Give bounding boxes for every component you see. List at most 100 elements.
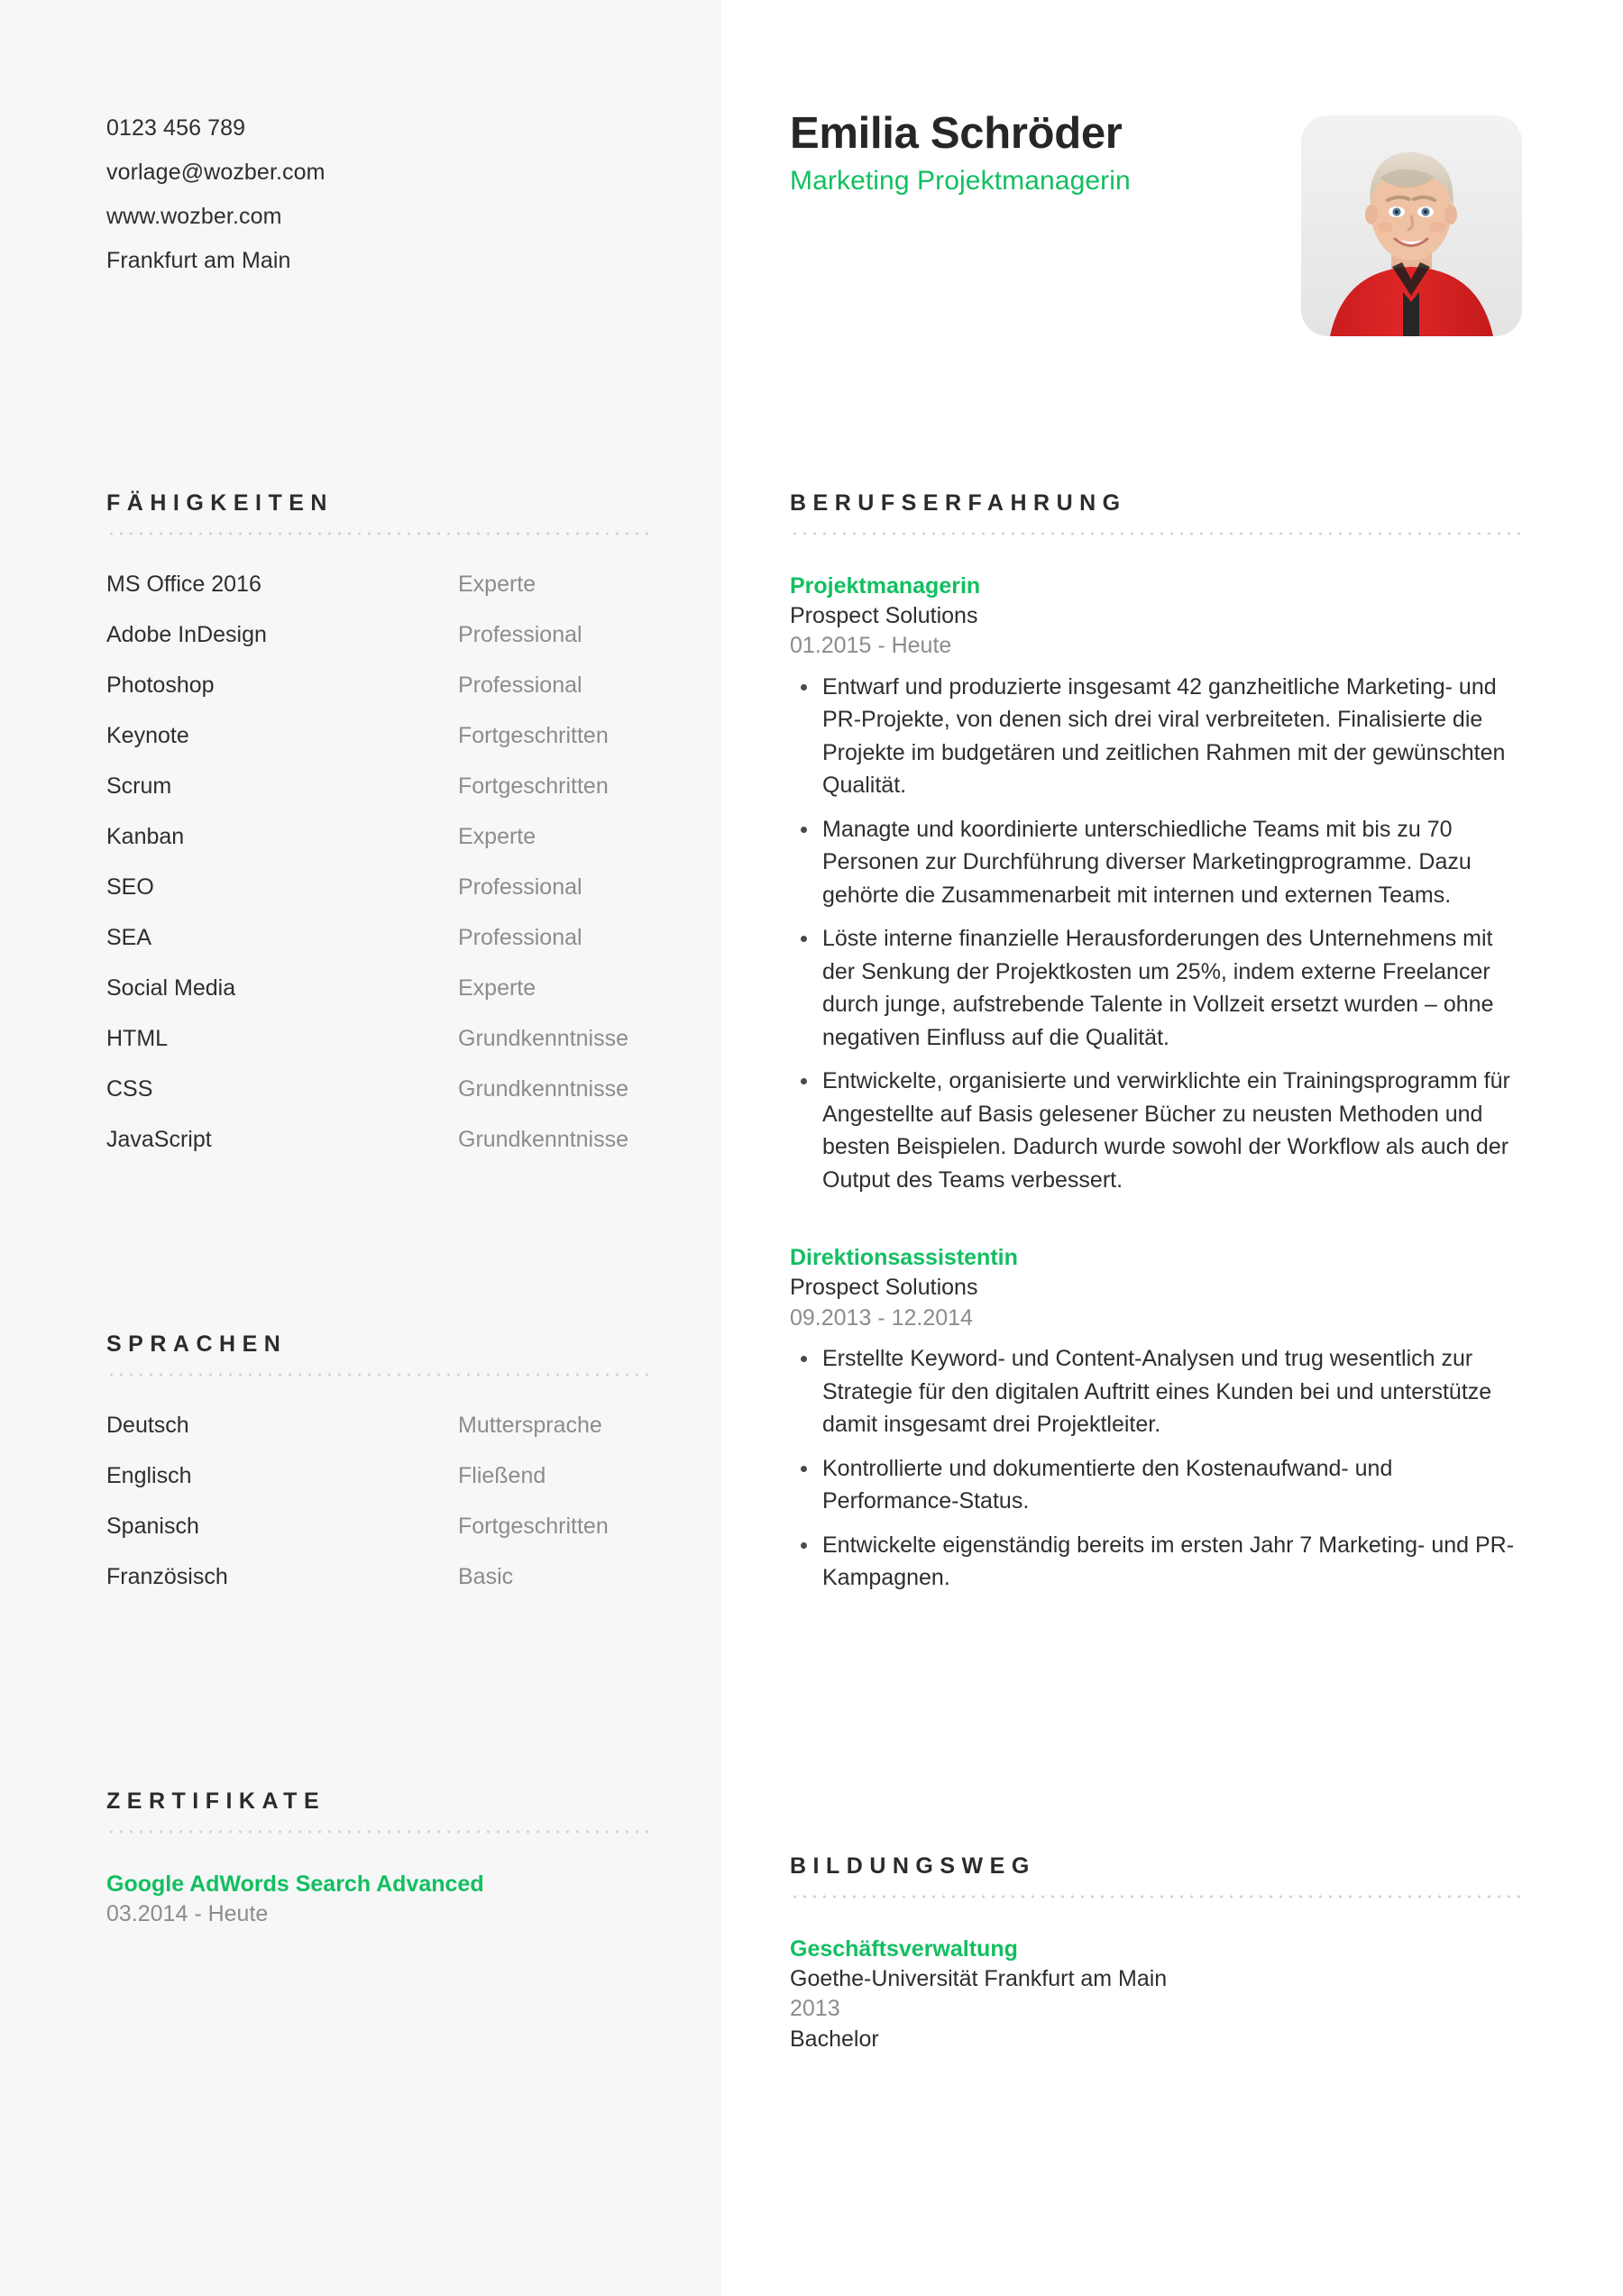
experience-bullet: Löste interne finanzielle Herausforderun…	[790, 922, 1522, 1054]
section-experience: Berufserfahrung Projektmanagerin Prospect…	[790, 490, 1522, 1595]
experience-bullet: Entwarf und produzierte insgesamt 42 gan…	[790, 671, 1522, 802]
education-date: 2013	[790, 1996, 840, 2021]
language-row-name: Spanisch	[106, 1513, 199, 1539]
contact-email[interactable]: vorlage@wozber.com	[106, 151, 647, 195]
skill-row-level: Experte	[458, 823, 536, 849]
skill-row: Scrum Fortgeschritten	[106, 773, 655, 824]
certificates-list: Google AdWords Search Advanced 03.2014 - …	[106, 1870, 655, 1930]
section-divider	[790, 531, 1522, 535]
experience-bullet: Managte und koordinierte unterschiedlich…	[790, 813, 1522, 912]
skill-row-level: Professional	[458, 874, 582, 900]
skill-row: SEA Professional	[106, 925, 655, 975]
skill-row-level: Professional	[458, 621, 582, 647]
certificate-title: Google AdWords Search Advanced	[106, 1871, 484, 1897]
language-row-level: Muttersprache	[458, 1412, 602, 1438]
experience-bullet: Entwickelte eigenständig bereits im erst…	[790, 1529, 1522, 1595]
education-degree: Bachelor	[790, 2026, 879, 2052]
skill-row-level: Fortgeschritten	[458, 722, 609, 748]
experience-job-title: Direktionsassistentin	[790, 1245, 1018, 1270]
certificate-date: 03.2014 - Heute	[106, 1900, 269, 1926]
education-entry: Geschäftsverwaltung Goethe-Universität Fr…	[790, 1935, 1522, 2055]
section-skills-title: Fähigkeiten	[106, 490, 334, 516]
skill-row-level: Professional	[458, 672, 582, 698]
experience-company: Prospect Solutions	[790, 602, 978, 628]
experience-list: Projektmanagerin Prospect Solutions 01.201…	[790, 572, 1522, 1595]
experience-bullet: Erstellte Keyword- und Content-Analysen …	[790, 1342, 1522, 1441]
skill-row-level: Experte	[458, 974, 536, 1001]
skill-row-name: SEO	[106, 874, 154, 900]
experience-bullet-list: Entwarf und produzierte insgesamt 42 gan…	[790, 671, 1522, 1197]
skill-row-level: Grundkenntnisse	[458, 1126, 629, 1152]
contact-website[interactable]: www.wozber.com	[106, 195, 647, 239]
skill-row-name: Scrum	[106, 773, 172, 799]
section-languages: Sprachen Deutsch Muttersprache Englisch Fli…	[106, 1331, 655, 1615]
profile-photo	[1301, 115, 1522, 336]
skill-row: MS Office 2016 Experte	[106, 572, 655, 622]
skill-row-level: Professional	[458, 924, 582, 950]
section-divider	[790, 1894, 1522, 1898]
skill-row-name: Keynote	[106, 722, 189, 748]
skill-row: HTML Grundkenntnisse	[106, 1026, 655, 1076]
skill-row-level: Experte	[458, 571, 536, 597]
section-divider	[106, 1829, 655, 1834]
skill-row-name: Social Media	[106, 974, 236, 1001]
language-row-level: Basic	[458, 1563, 514, 1589]
skill-row: Social Media Experte	[106, 975, 655, 1026]
language-row-name: Deutsch	[106, 1412, 189, 1438]
contact-location: Frankfurt am Main	[106, 248, 291, 273]
experience-entry: Direktionsassistentin Prospect Solutions 0…	[790, 1243, 1522, 1595]
skill-row-level: Fortgeschritten	[458, 773, 609, 799]
skill-row-name: Photoshop	[106, 672, 215, 698]
experience-date: 01.2015 - Heute	[790, 633, 952, 658]
section-education-title: Bildungsweg	[790, 1853, 1036, 1879]
section-education: Bildungsweg Geschäftsverwaltung Goethe-Un…	[790, 1853, 1522, 2055]
skill-row: JavaScript Grundkenntnisse	[106, 1127, 655, 1177]
skill-row: Kanban Experte	[106, 824, 655, 874]
language-row: Englisch Fließend	[106, 1463, 655, 1514]
language-row-name: Französisch	[106, 1563, 228, 1589]
candidate-job-title: Marketing Projektmanagerin	[790, 165, 1131, 196]
skill-row-name: JavaScript	[106, 1126, 212, 1152]
section-experience-title: Berufserfahrung	[790, 490, 1127, 516]
experience-entry: Projektmanagerin Prospect Solutions 01.201…	[790, 572, 1522, 1197]
section-divider	[106, 531, 655, 535]
language-row-name: Englisch	[106, 1462, 192, 1488]
skill-row-name: MS Office 2016	[106, 571, 261, 597]
experience-job-title: Projektmanagerin	[790, 572, 981, 599]
language-row: Deutsch Muttersprache	[106, 1413, 655, 1463]
languages-list: Deutsch Muttersprache Englisch Fließend Span…	[106, 1413, 655, 1615]
education-school: Goethe-Universität Frankfurt am Main	[790, 1965, 1168, 1991]
section-skills: Fähigkeiten MS Office 2016 Experte Adobe I…	[106, 490, 655, 1177]
certificate-entry: Google AdWords Search Advanced 03.2014 - …	[106, 1870, 655, 1930]
skill-row: Adobe InDesign Professional	[106, 622, 655, 672]
language-row: Französisch Basic	[106, 1564, 655, 1615]
language-row: Spanisch Fortgeschritten	[106, 1514, 655, 1564]
resume-page: 0123 456 789 vorlage@wozber.com www.wozb…	[0, 0, 1623, 2296]
language-row-level: Fortgeschritten	[458, 1513, 609, 1539]
skill-row: Photoshop Professional	[106, 672, 655, 723]
section-languages-title: Sprachen	[106, 1331, 288, 1357]
skill-row: CSS Grundkenntnisse	[106, 1076, 655, 1127]
education-program: Geschäftsverwaltung	[790, 1935, 1018, 1962]
experience-bullet: Kontrollierte und dokumentierte den Kost…	[790, 1452, 1522, 1518]
skill-row: SEO Professional	[106, 874, 655, 925]
skill-row-name: CSS	[106, 1075, 153, 1102]
skill-row-name: Adobe InDesign	[106, 621, 267, 647]
skills-list: MS Office 2016 Experte Adobe InDesign Profe…	[106, 572, 655, 1177]
skill-row-name: SEA	[106, 924, 152, 950]
name-block: Emilia Schröder Marketing Projektmanager…	[790, 110, 1295, 197]
candidate-name: Emilia Schröder	[790, 109, 1123, 158]
section-certificates: Zertifikate Google AdWords Search Advanc…	[106, 1788, 655, 1930]
experience-bullet: Entwickelte, organisierte und verwirklic…	[790, 1065, 1522, 1196]
skill-row-level: Grundkenntnisse	[458, 1025, 629, 1051]
experience-date: 09.2013 - 12.2014	[790, 1304, 973, 1331]
skill-row-level: Grundkenntnisse	[458, 1075, 629, 1102]
contact-block: 0123 456 789 vorlage@wozber.com www.wozb…	[106, 106, 647, 283]
experience-bullet-list: Erstellte Keyword- und Content-Analysen …	[790, 1342, 1522, 1595]
contact-phone: 0123 456 789	[106, 115, 246, 141]
skill-row: Keynote Fortgeschritten	[106, 723, 655, 773]
language-row-level: Fließend	[458, 1462, 546, 1488]
skill-row-name: HTML	[106, 1025, 169, 1051]
section-divider	[106, 1372, 655, 1377]
